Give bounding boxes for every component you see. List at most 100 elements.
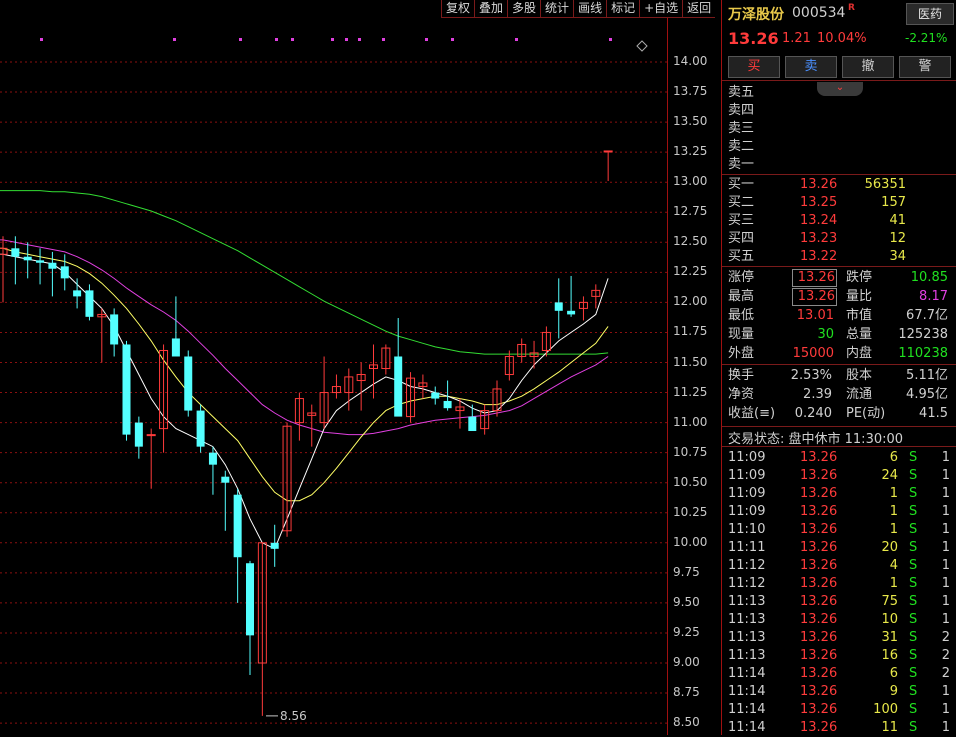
tick-count: 1: [941, 576, 950, 591]
candle-down: [208, 452, 217, 465]
candle-down: [85, 290, 94, 317]
toolbar-2[interactable]: 多股: [507, 0, 541, 18]
toolbar-6[interactable]: +自选: [639, 0, 683, 18]
tick-price: 13.26: [800, 648, 838, 663]
tick-volume: 4: [889, 558, 898, 573]
alert-button[interactable]: 警: [899, 56, 951, 78]
tick-row: 11:09 13.26 1 S 1: [728, 485, 953, 503]
tick-price: 13.26: [800, 558, 838, 573]
tick-count: 1: [941, 504, 950, 519]
toolbar-0[interactable]: 复权: [441, 0, 475, 18]
tick-price: 13.26: [800, 702, 838, 717]
y-tick-label: 11.25: [673, 384, 708, 399]
tick-volume: 16: [881, 648, 898, 663]
tick-side: S: [909, 504, 918, 519]
signal-dot: [239, 38, 242, 41]
y-tick-label: 13.75: [673, 84, 708, 99]
ask-level-3: 卖三: [728, 121, 755, 136]
quote-label: 总量: [846, 327, 873, 342]
tick-side: S: [909, 468, 918, 483]
candle-up: [603, 150, 613, 153]
candle-down: [23, 256, 32, 261]
tick-time: 11:13: [728, 630, 766, 645]
tick-count: 1: [941, 684, 950, 699]
tick-row: 11:14 13.26 11 S 1: [728, 719, 953, 737]
fund-value: 2.53%: [790, 368, 832, 383]
tick-row: 11:13 13.26 10 S 1: [728, 611, 953, 629]
tick-row: 11:14 13.26 6 S 2: [728, 665, 953, 683]
quote-label: 涨停: [728, 270, 755, 285]
y-tick-label: 11.50: [673, 354, 708, 369]
tick-time: 11:09: [728, 486, 766, 501]
tick-time: 11:09: [728, 504, 766, 519]
signal-dot: [609, 38, 612, 41]
toolbar-7[interactable]: 返回: [682, 0, 716, 18]
tick-count: 1: [941, 702, 950, 717]
toolbar-5[interactable]: 标记: [606, 0, 640, 18]
kline-chart[interactable]: 8.56: [0, 18, 667, 735]
y-tick-label: 8.50: [673, 715, 700, 730]
quote-value: 125238: [898, 327, 948, 342]
y-tick-label: 14.00: [673, 54, 708, 68]
quote-label: 市值: [846, 308, 873, 323]
tick-volume: 1: [889, 576, 898, 591]
tick-volume: 75: [881, 594, 898, 609]
fund-value: 5.11亿: [906, 368, 948, 383]
fund-value: 4.95亿: [906, 387, 948, 402]
y-tick-label: 10.75: [673, 444, 708, 459]
candle-down: [431, 392, 440, 399]
price-change: 1.21: [782, 31, 811, 46]
tick-side: S: [909, 576, 918, 591]
tick-time: 11:14: [728, 702, 766, 717]
y-tick-label: 9.75: [673, 564, 700, 579]
bid-label: 买二: [728, 195, 755, 210]
bid-price: 13.24: [800, 213, 838, 228]
toolbar-4[interactable]: 画线: [573, 0, 607, 18]
tick-row: 11:12 13.26 4 S 1: [728, 557, 953, 575]
tick-time: 11:09: [728, 450, 766, 465]
cancel-button[interactable]: 撤: [842, 56, 894, 78]
tick-volume: 100: [873, 702, 898, 717]
fund-label: 股本: [846, 368, 873, 383]
tick-side: S: [909, 666, 918, 681]
bid-level-2: 买二 13.25 157: [728, 194, 953, 212]
candle-down: [60, 266, 69, 279]
toolbar-3[interactable]: 统计: [540, 0, 574, 18]
tick-volume: 10: [881, 612, 898, 627]
candle-down: [270, 542, 279, 549]
tick-volume: 1: [889, 486, 898, 501]
chart-toolbar: 复权 叠加 多股 统计 画线 标记 +自选 返回: [441, 0, 716, 18]
ask-level-2: 卖二: [728, 139, 755, 154]
y-tick-label: 9.25: [673, 624, 700, 639]
fund-value: 41.5: [919, 406, 948, 421]
tick-time: 11:12: [728, 576, 766, 591]
candle-down: [36, 260, 45, 263]
buy-button[interactable]: 买: [728, 56, 780, 78]
toolbar-1[interactable]: 叠加: [474, 0, 508, 18]
margin-badge: R: [848, 3, 855, 13]
tick-count: 2: [941, 630, 950, 645]
tick-time: 11:11: [728, 540, 766, 555]
sector-button[interactable]: 医药: [906, 3, 954, 25]
stock-name: 万泽股份: [728, 7, 784, 23]
quote-value: 13.26: [792, 288, 837, 306]
expand-chevron-icon[interactable]: ⌄: [817, 82, 863, 96]
y-tick-label: 12.50: [673, 234, 708, 249]
tick-volume: 11: [881, 720, 898, 735]
y-tick-label: 12.25: [673, 264, 708, 279]
sell-button[interactable]: 卖: [785, 56, 837, 78]
tick-side: S: [909, 720, 918, 735]
tick-volume: 31: [881, 630, 898, 645]
ma20-line: [0, 239, 609, 436]
y-tick-label: 10.25: [673, 504, 708, 519]
tick-price: 13.26: [800, 522, 838, 537]
y-tick-label: 12.75: [673, 204, 708, 219]
y-tick-label: 10.50: [673, 474, 708, 489]
tick-side: S: [909, 702, 918, 717]
y-tick-label: 10.00: [673, 534, 708, 549]
tick-row: 11:09 13.26 6 S 1: [728, 449, 953, 467]
bid-price: 13.26: [800, 177, 838, 192]
tick-count: 1: [941, 720, 950, 735]
quote-value: 15000: [792, 346, 834, 361]
tick-time: 11:13: [728, 648, 766, 663]
